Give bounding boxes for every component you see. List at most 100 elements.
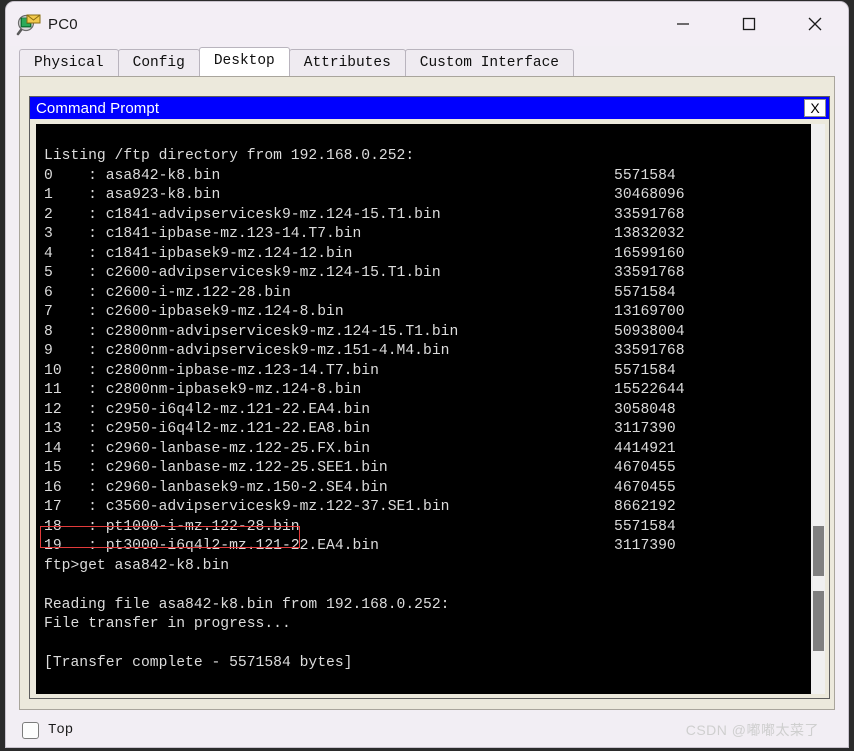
terminal-line-text: 5 : c2600-advipservicesk9-mz.124-15.T1.b… [44,265,441,281]
terminal-file-size: 8662192 [614,499,676,515]
terminal-line: 10 : c2800nm-ipbase-mz.123-14.T7.bin 5571… [44,362,810,382]
maximize-button[interactable] [716,2,782,46]
terminal-line: 2 : c1841-advipservicesk9-mz.124-15.T1.b… [44,206,810,226]
window-titlebar: PC0 [6,2,848,46]
terminal-line-text: 10 : c2800nm-ipbase-mz.123-14.T7.bin [44,362,379,379]
window-controls [650,2,848,46]
terminal-line-text: Listing /ftp directory from 192.168.0.25… [44,148,415,164]
terminal-file-size: 5571584 [614,284,676,301]
terminal-file-size: 5571584 [614,167,676,184]
terminal-file-size: 15522644 [614,382,685,398]
terminal-line-text: 4 : c1841-ipbasek9-mz.124-12.bin [44,245,353,262]
terminal-line: Listing /ftp directory from 192.168.0.25… [44,147,810,167]
terminal-lines: ftp>dir Listing /ftp directory from 192.1… [44,124,810,694]
terminal-line-text: File transfer in progress... [44,616,291,632]
terminal-line: File transfer in progress... [44,615,810,635]
device-tabs: Physical Config Desktop Attributes Custo… [6,46,848,76]
command-prompt-window: Command Prompt X ftp>dir Listing /ftp dir… [29,96,830,699]
terminal-file-size: 13832032 [614,226,685,242]
csdn-watermark: CSDN @嘟嘟太菜了 [685,722,819,738]
terminal-file-size: 4670455 [614,460,676,476]
terminal-line-text: 6 : c2600-i-mz.122-28.bin [44,284,291,301]
terminal-line: 18 : pt1000-i-mz.122-28.bin 5571584 [44,518,810,538]
terminal-file-size: 3117390 [614,538,676,554]
top-checkbox[interactable] [22,721,39,739]
terminal-line-text: ftp>get asa842-k8.bin [44,557,230,574]
terminal-line-text: ftp>dir [44,124,106,125]
terminal-line-text: 15 : c2960-lanbase-mz.122-25.SEE1.bin [44,460,388,476]
scrollbar-thumb-upper[interactable] [813,526,824,576]
terminal-area: ftp>dir Listing /ftp directory from 192.1… [36,124,825,694]
window-title: PC0 [48,15,78,33]
bottom-bar: Top CSDN @嘟嘟太菜了 [19,716,835,744]
terminal-file-size: 50938004 [614,323,685,340]
terminal-file-size: 13169700 [614,304,685,320]
tab-physical[interactable]: Physical [19,49,119,76]
terminal-line-text: 1 : asa923-k8.bin [44,187,221,203]
terminal-line: 14 : c2960-lanbase-mz.122-25.FX.bin 44149… [44,440,810,460]
terminal-line: 11 : c2800nm-ipbasek9-mz.124-8.bin 155226… [44,381,810,401]
terminal-line: 12 : c2950-i6q4l2-mz.121-22.EA4.bin 30580… [44,401,810,421]
terminal-line: 17 : c3560-advipservicesk9-mz.122-37.SE1… [44,498,810,518]
tab-desktop[interactable]: Desktop [198,47,290,76]
terminal-file-size: 3058048 [614,401,676,418]
terminal-line: 9 : c2800nm-advipservicesk9-mz.151-4.M4.… [44,342,810,362]
terminal-line: 5571584 bytes copied in 37.413 secs (341… [44,693,810,694]
tab-custom-interface[interactable]: Custom Interface [404,49,575,76]
terminal-line-text: 8 : c2800nm-advipservicesk9-mz.124-15.T1… [44,323,459,340]
command-prompt-titlebar: Command Prompt X [30,97,829,119]
desktop-panel: Command Prompt X ftp>dir Listing /ftp dir… [19,76,835,710]
command-prompt-title: Command Prompt [36,99,160,117]
close-button[interactable] [782,2,848,46]
terminal-line: Reading file asa842-k8.bin from 192.168.… [44,596,810,616]
terminal-file-size: 30468096 [614,187,685,203]
terminal-line-text: 18 : pt1000-i-mz.122-28.bin [44,518,300,535]
terminal-line-text: Reading file asa842-k8.bin from 192.168.… [44,596,450,613]
terminal-file-size: 5571584 [614,518,676,535]
terminal-output[interactable]: ftp>dir Listing /ftp directory from 192.1… [36,124,810,694]
tab-config[interactable]: Config [117,49,200,76]
terminal-file-size: 33591768 [614,343,685,359]
terminal-line: 3 : c1841-ipbase-mz.123-14.T7.bin 1383203… [44,225,810,245]
terminal-line: 0 : asa842-k8.bin 5571584 [44,167,810,187]
pc0-window: PC0 Physical Config Desktop Attributes C… [6,2,848,747]
terminal-file-size: 5571584 [614,362,676,379]
terminal-line: 5 : c2600-advipservicesk9-mz.124-15.T1.b… [44,264,810,284]
terminal-line: 13 : c2950-i6q4l2-mz.121-22.EA8.bin 31173… [44,420,810,440]
terminal-line: 19 : pt3000-i6q4l2-mz.121-22.EA4.bin 3117… [44,537,810,557]
terminal-line-text: 16 : c2960-lanbasek9-mz.150-2.SE4.bin [44,479,388,496]
terminal-line-text: 19 : pt3000-i6q4l2-mz.121-22.EA4.bin [44,538,379,554]
packet-tracer-pc-icon [16,11,42,37]
terminal-line-text: 11 : c2800nm-ipbasek9-mz.124-8.bin [44,382,362,398]
terminal-scrollbar[interactable] [810,124,825,694]
tab-attributes[interactable]: Attributes [288,49,406,76]
terminal-line: 16 : c2960-lanbasek9-mz.150-2.SE4.bin 467… [44,479,810,499]
terminal-line: 7 : c2600-ipbasek9-mz.124-8.bin 13169700 [44,303,810,323]
terminal-line-text: 14 : c2960-lanbase-mz.122-25.FX.bin [44,440,371,457]
terminal-line: 15 : c2960-lanbase-mz.122-25.SEE1.bin 467… [44,459,810,479]
minimize-button[interactable] [650,2,716,46]
terminal-file-size: 3117390 [614,421,676,437]
terminal-line-text: 12 : c2950-i6q4l2-mz.121-22.EA4.bin [44,401,371,418]
terminal-line: ftp>get asa842-k8.bin [44,557,810,577]
terminal-line-text: 7 : c2600-ipbasek9-mz.124-8.bin [44,304,344,320]
terminal-file-size: 4414921 [614,440,676,457]
terminal-file-size: 16599160 [614,245,685,262]
scrollbar-thumb-lower[interactable] [813,591,824,651]
top-checkbox-label: Top [48,722,74,738]
terminal-line-text: 2 : c1841-advipservicesk9-mz.124-15.T1.b… [44,206,441,223]
terminal-file-size: 4670455 [614,479,676,496]
terminal-line-text: [Transfer complete - 5571584 bytes] [44,655,353,671]
terminal-line: 1 : asa923-k8.bin 30468096 [44,186,810,206]
terminal-line-text: 17 : c3560-advipservicesk9-mz.122-37.SE1… [44,499,450,515]
terminal-line-text: 9 : c2800nm-advipservicesk9-mz.151-4.M4.… [44,343,450,359]
terminal-file-size: 33591768 [614,265,685,281]
command-prompt-close-button[interactable]: X [804,99,826,117]
terminal-file-size: 33591768 [614,206,685,223]
terminal-line: 6 : c2600-i-mz.122-28.bin 5571584 [44,284,810,304]
terminal-line: [Transfer complete - 5571584 bytes] [44,654,810,674]
